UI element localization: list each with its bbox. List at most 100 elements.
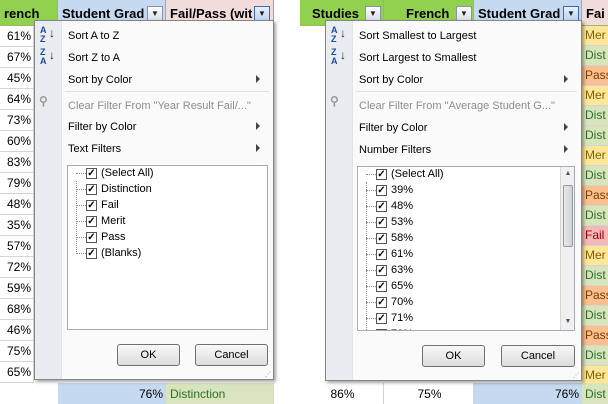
table-cell[interactable]: Pass — [582, 66, 608, 86]
footer-grade-cell[interactable]: Dist — [582, 383, 608, 404]
filter-by-color-item[interactable]: Filter by Color — [68, 117, 268, 137]
checkbox-checked-icon[interactable]: ✓ — [86, 184, 97, 195]
table-cell[interactable]: 60% — [0, 131, 34, 152]
resize-grip-icon[interactable]: ⋰ — [265, 371, 271, 378]
filter-value-item[interactable]: ✓ 61% — [366, 247, 546, 263]
table-cell[interactable]: 57% — [0, 236, 34, 257]
table-cell[interactable]: Pass — [582, 326, 608, 346]
filter-value-item[interactable]: ✓ Merit — [76, 214, 256, 230]
sort-desc-item[interactable]: Sort Z to A — [68, 48, 120, 68]
sort-smallest-item[interactable]: Sort Smallest to Largest — [359, 26, 476, 46]
filter-value-item[interactable]: ✓ 63% — [366, 263, 546, 279]
table-cell[interactable]: 61% — [0, 26, 34, 47]
filter-value-item[interactable]: ✓ (Select All) — [366, 167, 546, 183]
table-cell[interactable]: 64% — [0, 89, 34, 110]
table-cell[interactable]: Dist — [582, 266, 608, 286]
filter-value-item[interactable]: ✓ 71% — [366, 311, 546, 327]
footer-grad-cell[interactable]: 76% — [474, 383, 582, 404]
filter-value-item[interactable]: ✓ 39% — [366, 183, 546, 199]
table-cell[interactable]: Dist — [582, 206, 608, 226]
table-cell[interactable]: Mer — [582, 146, 608, 166]
table-cell[interactable]: Mer — [582, 246, 608, 266]
table-cell[interactable]: 67% — [0, 47, 34, 68]
table-cell[interactable]: 59% — [0, 278, 34, 299]
table-cell[interactable]: 83% — [0, 152, 34, 173]
checkbox-checked-icon[interactable]: ✓ — [376, 281, 387, 292]
checkbox-checked-icon[interactable]: ✓ — [376, 329, 387, 330]
checkbox-checked-icon[interactable]: ✓ — [86, 248, 97, 259]
table-cell[interactable]: 45% — [0, 68, 34, 89]
checkbox-checked-icon[interactable]: ✓ — [376, 169, 387, 180]
filter-value-item[interactable]: ✓ (Select All) — [76, 166, 256, 182]
filter-by-color-item[interactable]: Filter by Color — [359, 118, 576, 138]
filter-value-item[interactable]: ✓ 72% — [366, 327, 546, 330]
checkbox-checked-icon[interactable]: ✓ — [86, 232, 97, 243]
cancel-button[interactable]: Cancel — [195, 344, 268, 366]
table-cell[interactable]: 73% — [0, 110, 34, 131]
table-cell[interactable]: Dist — [582, 306, 608, 326]
text-filters-item[interactable]: Text Filters — [68, 139, 268, 159]
filter-values-list[interactable]: ✓ (Select All) ✓ Distinction ✓ Fail ✓ Merit ✓ Pas… — [67, 165, 268, 330]
checkbox-checked-icon[interactable]: ✓ — [376, 217, 387, 228]
checkbox-checked-icon[interactable]: ✓ — [376, 249, 387, 260]
checkbox-checked-icon[interactable]: ✓ — [376, 265, 387, 276]
ok-button[interactable]: OK — [117, 344, 180, 366]
sort-largest-item[interactable]: Sort Largest to Smallest — [359, 48, 476, 68]
filter-values-list[interactable]: ✓ (Select All) ✓ 39% ✓ 48% ✓ 53% ✓ 58% ✓ 61% ✓ 63% ✓ 65… — [357, 166, 575, 331]
filter-value-item[interactable]: ✓ 53% — [366, 215, 546, 231]
table-cell[interactable]: 65% — [0, 362, 34, 383]
table-cell[interactable]: Fail — [582, 226, 608, 246]
vertical-scrollbar[interactable]: ▲ ▼ — [560, 167, 574, 330]
table-cell[interactable]: Dist — [582, 126, 608, 146]
table-cell[interactable]: 72% — [0, 257, 34, 278]
table-cell[interactable]: Dist — [582, 46, 608, 66]
cell-value: 76% — [554, 387, 579, 401]
scroll-down-icon[interactable]: ▼ — [561, 315, 574, 329]
sort-by-color-item[interactable]: Sort by Color — [68, 70, 268, 90]
scrollbar-thumb[interactable] — [563, 185, 573, 247]
filter-value-item[interactable]: ✓ Fail — [76, 198, 256, 214]
sort-by-color-item[interactable]: Sort by Color — [359, 70, 576, 90]
filter-value-item[interactable]: ✓ Distinction — [76, 182, 256, 198]
filter-value-item[interactable]: ✓ 65% — [366, 279, 546, 295]
table-cell[interactable]: 75% — [0, 341, 34, 362]
table-cell[interactable]: 48% — [0, 194, 34, 215]
table-cell[interactable]: Dist — [582, 346, 608, 366]
cancel-button[interactable]: Cancel — [501, 345, 575, 367]
checkbox-checked-icon[interactable]: ✓ — [86, 168, 97, 179]
checkbox-checked-icon[interactable]: ✓ — [376, 233, 387, 244]
footer-cell[interactable]: 76% — [58, 383, 166, 404]
dropdown-arrow-icon: ▼ — [151, 9, 159, 18]
scroll-up-icon[interactable]: ▲ — [561, 167, 574, 181]
checkbox-checked-icon[interactable]: ✓ — [376, 201, 387, 212]
filter-value-item[interactable]: ✓ 48% — [366, 199, 546, 215]
table-cell[interactable]: Mer — [582, 86, 608, 106]
table-cell[interactable]: 46% — [0, 320, 34, 341]
checkbox-checked-icon[interactable]: ✓ — [86, 200, 97, 211]
column-header-fail-pass[interactable]: Fai — [582, 0, 608, 26]
filter-value-item[interactable]: ✓ (Blanks) — [76, 246, 256, 262]
footer-french-cell[interactable]: 75% — [384, 383, 474, 404]
footer-grade-cell[interactable]: Distinction — [166, 383, 274, 404]
ok-button[interactable]: OK — [422, 345, 485, 367]
tree-connector — [76, 221, 86, 222]
resize-grip-icon[interactable]: ⋰ — [573, 372, 579, 379]
footer-studies-cell[interactable]: 86% — [300, 383, 384, 404]
table-cell[interactable]: 79% — [0, 173, 34, 194]
filter-value-item[interactable]: ✓ 70% — [366, 295, 546, 311]
checkbox-checked-icon[interactable]: ✓ — [376, 297, 387, 308]
checkbox-checked-icon[interactable]: ✓ — [86, 216, 97, 227]
filter-value-item[interactable]: ✓ 58% — [366, 231, 546, 247]
table-cell[interactable]: Dist — [582, 106, 608, 126]
table-cell[interactable]: Pass — [582, 186, 608, 206]
checkbox-checked-icon[interactable]: ✓ — [376, 313, 387, 324]
sort-asc-item[interactable]: Sort A to Z — [68, 26, 119, 46]
table-cell[interactable]: Pass — [582, 286, 608, 306]
table-cell[interactable]: Mer — [582, 26, 608, 46]
table-cell[interactable]: Dist — [582, 166, 608, 186]
table-cell[interactable]: 35% — [0, 215, 34, 236]
filter-value-item[interactable]: ✓ Pass — [76, 230, 256, 246]
table-cell[interactable]: 68% — [0, 299, 34, 320]
checkbox-checked-icon[interactable]: ✓ — [376, 185, 387, 196]
number-filters-item[interactable]: Number Filters — [359, 140, 576, 160]
